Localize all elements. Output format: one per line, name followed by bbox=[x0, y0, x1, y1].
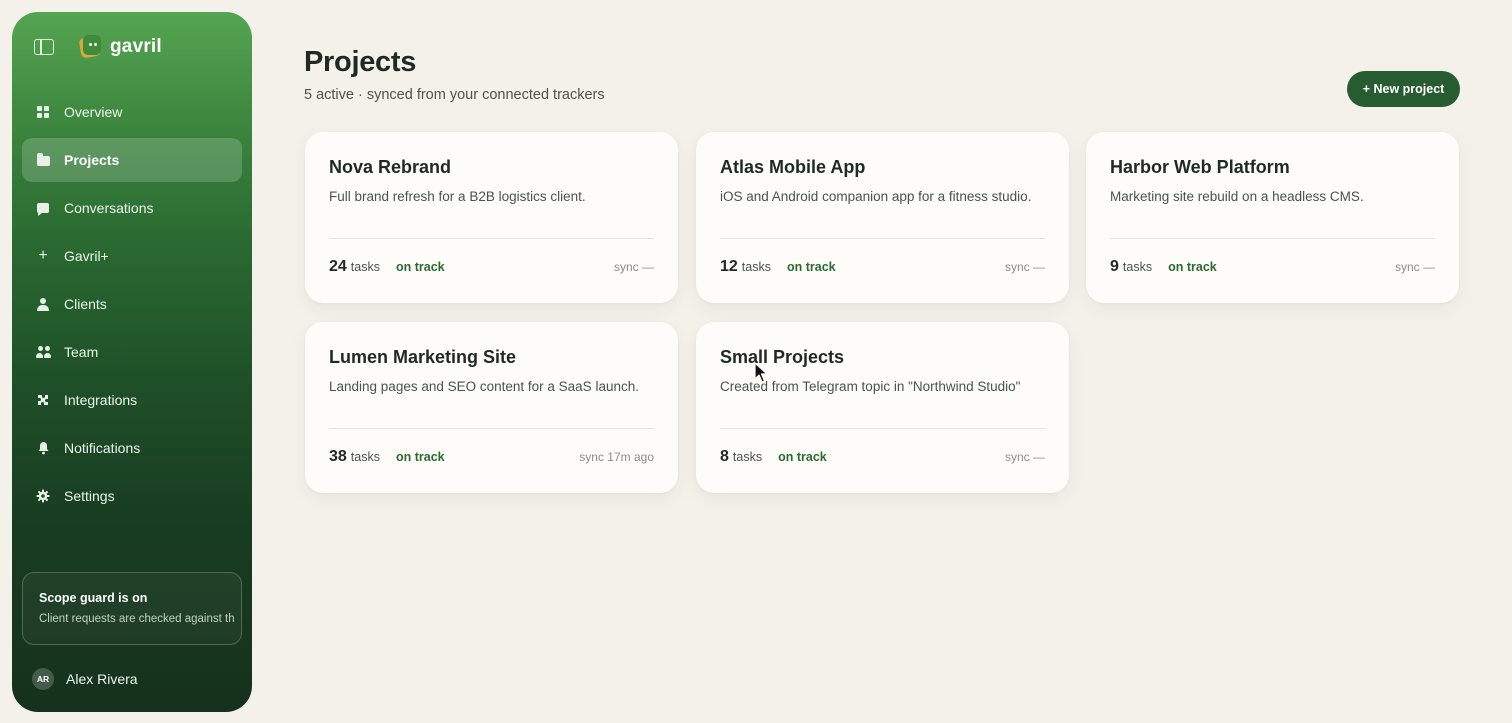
sidebar-item-settings[interactable]: Settings bbox=[22, 474, 242, 518]
project-description: Marketing site rebuild on a headless CMS… bbox=[1110, 189, 1364, 204]
card-divider bbox=[720, 428, 1045, 429]
page-title: Projects bbox=[304, 46, 417, 78]
sidebar-item-projects[interactable]: Projects bbox=[22, 138, 242, 182]
new-project-button[interactable]: + New project bbox=[1347, 71, 1460, 107]
sidebar-item-label: Overview bbox=[64, 104, 123, 120]
sidebar-item-label: Projects bbox=[64, 152, 120, 168]
card-divider bbox=[329, 428, 654, 429]
mouse-cursor-icon bbox=[754, 362, 768, 383]
project-footer: 38 tasks on track sync 17m ago bbox=[329, 448, 654, 466]
brand-name[interactable]: gavril bbox=[110, 36, 162, 58]
project-card-atlas-mobile-app[interactable]: Atlas Mobile App iOS and Android compani… bbox=[696, 132, 1069, 303]
status-badge: on track bbox=[1168, 260, 1217, 274]
project-card-small-projects[interactable]: Small Projects Created from Telegram top… bbox=[696, 322, 1069, 493]
sidebar-item-notifications[interactable]: Notifications bbox=[22, 426, 242, 470]
task-count: 9 bbox=[1110, 258, 1119, 275]
bell-icon bbox=[36, 441, 50, 455]
sidebar-item-label: Gavril+ bbox=[64, 248, 109, 264]
gear-icon bbox=[36, 489, 50, 503]
page-subtitle: 5 active · synced from your connected tr… bbox=[304, 87, 605, 103]
sidebar-item-gavril-plus[interactable]: + Gavril+ bbox=[22, 234, 242, 278]
task-label: tasks bbox=[350, 260, 380, 274]
brand-row: gavril bbox=[34, 34, 236, 60]
user-name: Alex Rivera bbox=[66, 671, 138, 687]
sidebar-item-label: Notifications bbox=[64, 440, 141, 456]
card-divider bbox=[1110, 238, 1435, 239]
scope-guard-title: Scope guard is on bbox=[39, 591, 148, 605]
sidebar-toggle-icon[interactable] bbox=[34, 39, 54, 55]
sidebar-item-integrations[interactable]: Integrations bbox=[22, 378, 242, 422]
sync-status: sync — bbox=[1004, 450, 1045, 464]
team-icon bbox=[36, 345, 51, 359]
project-footer: 12 tasks on track sync — bbox=[720, 258, 1045, 276]
project-footer: 9 tasks on track sync — bbox=[1110, 258, 1435, 276]
sidebar-nav: Overview Projects Conversations + Gavril… bbox=[22, 90, 242, 522]
sidebar-item-conversations[interactable]: Conversations bbox=[22, 186, 242, 230]
status-badge: on track bbox=[778, 450, 827, 464]
plus-icon: + bbox=[38, 247, 48, 264]
status-badge: on track bbox=[786, 260, 836, 274]
puzzle-icon bbox=[36, 393, 50, 407]
sidebar-item-label: Team bbox=[64, 344, 99, 360]
project-card-lumen-marketing-site[interactable]: Lumen Marketing Site Landing pages and S… bbox=[305, 322, 678, 493]
task-count: 12 bbox=[720, 258, 738, 275]
status-badge: on track bbox=[395, 260, 445, 274]
project-description: Landing pages and SEO content for a SaaS… bbox=[329, 379, 639, 394]
user-profile[interactable]: AR Alex Rivera bbox=[32, 668, 138, 690]
task-count: 24 bbox=[329, 258, 347, 275]
project-title: Harbor Web Platform bbox=[1110, 157, 1290, 177]
sidebar-item-label: Integrations bbox=[64, 392, 138, 408]
folder-icon bbox=[36, 153, 50, 167]
task-count: 38 bbox=[329, 448, 347, 465]
sidebar-item-label: Conversations bbox=[64, 200, 154, 216]
scope-guard-card[interactable]: Scope guard is on Client requests are ch… bbox=[22, 572, 242, 645]
sync-status: sync — bbox=[1004, 260, 1045, 274]
avatar: AR bbox=[32, 668, 54, 690]
project-title: Small Projects bbox=[720, 347, 845, 367]
grid-icon bbox=[36, 105, 50, 119]
project-title: Lumen Marketing Site bbox=[329, 347, 517, 367]
project-title: Nova Rebrand bbox=[329, 157, 452, 177]
task-count: 8 bbox=[720, 448, 729, 465]
sidebar-item-overview[interactable]: Overview bbox=[22, 90, 242, 134]
sync-status: sync — bbox=[613, 260, 654, 274]
card-divider bbox=[720, 238, 1045, 239]
task-label: tasks bbox=[350, 450, 380, 464]
sync-status: sync — bbox=[1394, 260, 1435, 274]
task-label: tasks bbox=[1122, 260, 1153, 274]
project-card-harbor-web-platform[interactable]: Harbor Web Platform Marketing site rebui… bbox=[1086, 132, 1459, 303]
project-description: iOS and Android companion app for a fitn… bbox=[720, 189, 1032, 204]
card-divider bbox=[329, 238, 654, 239]
project-title: Atlas Mobile App bbox=[720, 157, 866, 177]
scope-guard-text: Client requests are checked against th bbox=[39, 613, 235, 625]
gavril-logo-icon[interactable] bbox=[78, 34, 102, 60]
sidebar: gavril Overview Projects Conversations +… bbox=[12, 12, 252, 712]
sidebar-item-clients[interactable]: Clients bbox=[22, 282, 242, 326]
sidebar-item-label: Settings bbox=[64, 488, 115, 504]
project-footer: 24 tasks on track sync — bbox=[329, 258, 654, 276]
task-label: tasks bbox=[741, 260, 771, 274]
sync-status: sync 17m ago bbox=[579, 450, 654, 464]
chat-icon bbox=[36, 201, 50, 216]
sidebar-item-label: Clients bbox=[64, 296, 107, 312]
project-card-nova-rebrand[interactable]: Nova Rebrand Full brand refresh for a B2… bbox=[305, 132, 678, 303]
project-description: Full brand refresh for a B2B logistics c… bbox=[329, 189, 586, 204]
task-label: tasks bbox=[732, 450, 763, 464]
project-footer: 8 tasks on track sync — bbox=[720, 448, 1045, 466]
sidebar-item-team[interactable]: Team bbox=[22, 330, 242, 374]
status-badge: on track bbox=[395, 450, 445, 464]
user-icon bbox=[36, 297, 50, 311]
